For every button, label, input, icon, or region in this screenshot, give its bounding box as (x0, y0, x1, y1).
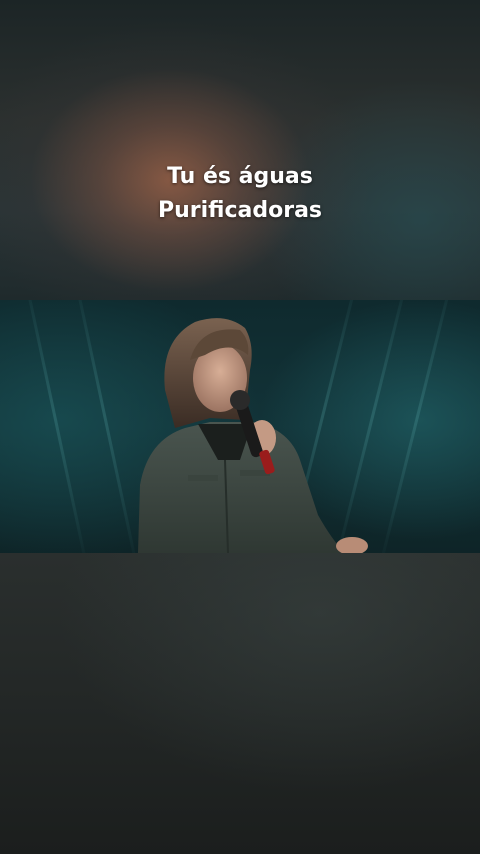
lyrics-line-1: Tu és águas (167, 164, 313, 189)
video-frame[interactable] (0, 300, 480, 553)
story-screen: Tu és águas Purificadoras (0, 0, 480, 854)
lyrics-caption: Tu és águas Purificadoras (0, 160, 480, 228)
blurred-background-top (0, 0, 480, 300)
lyrics-line-2: Purificadoras (157, 198, 323, 223)
blurred-background-bottom (0, 553, 480, 854)
singer-figure (138, 318, 368, 553)
